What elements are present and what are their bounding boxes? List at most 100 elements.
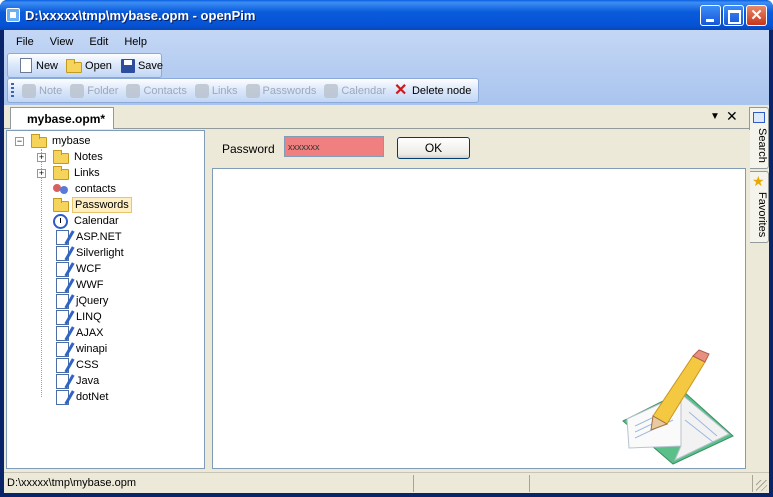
passwords-label: Passwords (262, 84, 317, 97)
folder-icon (31, 134, 47, 148)
search-tab-label: Search (756, 128, 768, 163)
delete-label: Delete node (411, 84, 472, 97)
tree-item-label: Passwords (72, 197, 132, 213)
new-folder-button[interactable]: Folder (66, 80, 122, 102)
tree-item-label: dotNet (76, 391, 109, 403)
status-panel-2 (414, 475, 530, 492)
new-button[interactable]: New (14, 55, 62, 77)
open-folder-icon (66, 58, 83, 73)
new-passwords-button[interactable]: Passwords (242, 80, 321, 102)
menu-help[interactable]: Help (116, 32, 155, 52)
tree-item-label: jQuery (76, 295, 109, 307)
tree-item[interactable]: Java (31, 373, 101, 389)
tree-item-label: ASP.NET (76, 231, 122, 243)
tree-item[interactable]: contacts (31, 181, 118, 197)
tree-item-label: Links (74, 167, 100, 179)
tab-list-dropdown-icon[interactable]: ▼ (710, 111, 720, 122)
menu-view[interactable]: View (42, 32, 82, 52)
tree-item[interactable]: jQuery (31, 293, 110, 309)
tree-item[interactable]: dotNet (31, 389, 110, 405)
resize-grip[interactable] (756, 480, 767, 491)
tree-item-label: Calendar (74, 215, 119, 227)
new-document-icon (20, 58, 32, 73)
window-title: D:\xxxxx\tmp\mybase.opm - openPim (25, 8, 256, 23)
folder-icon (53, 150, 69, 164)
password-input[interactable] (284, 136, 384, 157)
node-tree[interactable]: − mybase + Notes + Links contacts Passwords Cale… (6, 130, 205, 469)
document-tab-strip: mybase.opm* ▼ ✕ (4, 105, 749, 129)
title-bar[interactable]: D:\xxxxx\tmp\mybase.opm - openPim ✕ (0, 0, 773, 30)
tree-item[interactable]: + Notes (31, 149, 105, 165)
contacts-label: Contacts (143, 84, 187, 97)
tree-item-label: contacts (75, 183, 116, 195)
collapse-icon[interactable]: − (15, 137, 24, 146)
folder-icon (53, 198, 69, 212)
ok-button[interactable]: OK (397, 137, 470, 159)
menu-file[interactable]: File (8, 32, 42, 52)
tree-item[interactable]: Silverlight (31, 245, 126, 261)
password-panel: Password OK (210, 130, 750, 469)
note-icon (56, 277, 69, 293)
expand-icon[interactable]: + (37, 169, 46, 178)
close-button[interactable]: ✕ (746, 5, 767, 26)
open-button[interactable]: Open (62, 55, 116, 77)
save-label: Save (137, 59, 164, 72)
new-contacts-button[interactable]: Contacts (122, 80, 190, 102)
new-note-button[interactable]: Note (18, 80, 66, 102)
note-icon (56, 245, 69, 261)
status-path: D:\xxxxx\tmp\mybase.opm (4, 475, 414, 492)
tree-item[interactable]: Calendar (31, 213, 121, 229)
menu-edit[interactable]: Edit (81, 32, 116, 52)
command-bars: File View Edit Help New Open Save Note F… (4, 30, 769, 105)
tree-item[interactable]: LINQ (31, 309, 104, 325)
links-label: Links (211, 84, 238, 97)
new-links-button[interactable]: Links (191, 80, 242, 102)
favorites-tab-label: Favorites (756, 192, 768, 238)
password-label: Password (222, 142, 275, 156)
new-label: New (36, 59, 59, 72)
tree-item[interactable]: ASP.NET (31, 229, 124, 245)
folder-icon (53, 166, 69, 180)
expand-icon[interactable]: + (37, 153, 46, 162)
tree-item-label: AJAX (76, 327, 104, 339)
maximize-button[interactable] (723, 5, 744, 26)
note-icon (56, 309, 69, 325)
side-panel-tabs: Search ★ Favorites (749, 105, 769, 475)
save-button[interactable]: Save (116, 55, 167, 77)
tree-root[interactable]: − mybase (11, 133, 93, 149)
toolbar-grip[interactable] (11, 82, 14, 99)
notebook-pencil-icon (622, 349, 734, 465)
menu-bar: File View Edit Help (8, 32, 155, 52)
minimize-button[interactable] (700, 5, 721, 26)
tree-root-label: mybase (52, 135, 91, 147)
note-icon (56, 293, 69, 309)
contacts-icon (126, 83, 141, 98)
main-toolbar: New Open Save (7, 53, 163, 78)
tree-item[interactable]: WCF (31, 261, 103, 277)
tree-item[interactable]: Passwords (31, 197, 132, 213)
new-calendar-button[interactable]: Calendar (320, 80, 390, 102)
tree-item[interactable]: + Links (31, 165, 102, 181)
tree-item[interactable]: WWF (31, 277, 105, 293)
folder-icon (70, 83, 85, 98)
tab-close-icon[interactable]: ✕ (726, 108, 738, 125)
folder-label: Folder (87, 84, 119, 97)
tree-item-label: winapi (76, 343, 108, 355)
tree-item[interactable]: winapi (31, 341, 109, 357)
tree-item-label: LINQ (76, 311, 102, 323)
client-area: File View Edit Help New Open Save Note F… (4, 30, 769, 493)
tree-item-label: WWF (76, 279, 104, 291)
tree-item[interactable]: CSS (31, 357, 101, 373)
tree-item-label: Java (76, 375, 100, 387)
app-icon[interactable] (6, 8, 20, 22)
calendar-icon (53, 213, 68, 229)
tab-mybase[interactable]: mybase.opm* (10, 107, 115, 129)
note-icon (56, 373, 69, 389)
tree-item-label: CSS (76, 359, 99, 371)
calendar-label: Calendar (341, 84, 386, 97)
delete-node-button[interactable]: ✕ Delete node (390, 80, 475, 102)
favorites-side-tab[interactable]: ★ Favorites (749, 171, 769, 243)
tree-item[interactable]: AJAX (31, 325, 106, 341)
search-side-tab[interactable]: Search (749, 107, 769, 169)
contacts-icon (53, 182, 69, 196)
